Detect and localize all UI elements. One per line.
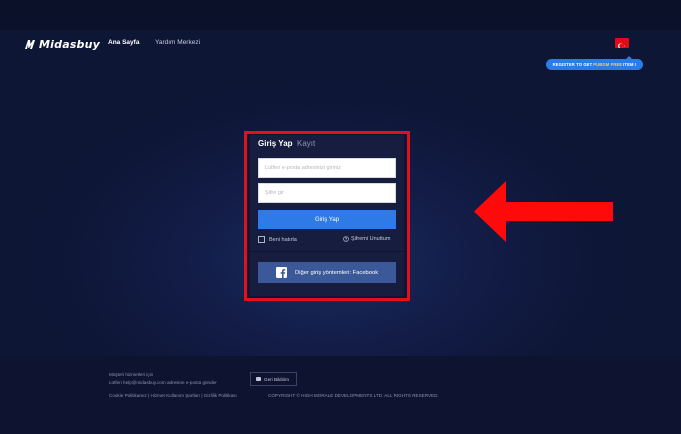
logo-text: Midasbuy bbox=[39, 37, 101, 51]
promo-highlight: PUBGM FREE bbox=[593, 62, 623, 67]
facebook-login-label: Diğer giriş yöntemleri: Facebook bbox=[295, 269, 379, 276]
tab-register[interactable]: Kayıt bbox=[297, 139, 315, 148]
feedback-button[interactable]: Geri Bildirim bbox=[250, 372, 297, 386]
flag-crescent-icon bbox=[618, 43, 625, 48]
turkey-flag-icon[interactable] bbox=[615, 38, 629, 48]
login-button[interactable]: Giriş Yap bbox=[258, 210, 396, 229]
midasbuy-logo-icon bbox=[25, 39, 35, 49]
footer-copyright: COPYRIGHT © HIGH MORALE DEVELOPMENTS LTD… bbox=[268, 393, 439, 398]
facebook-login-button[interactable]: Diğer giriş yöntemleri: Facebook bbox=[258, 262, 396, 283]
nav-home[interactable]: Ana Sayfa bbox=[108, 39, 139, 46]
remember-me-checkbox[interactable] bbox=[258, 236, 265, 243]
facebook-icon bbox=[276, 267, 287, 278]
register-promo-tooltip[interactable]: REGISTER TO GET PUBGM FREE ITEM ! bbox=[546, 56, 643, 70]
midasbuy-logo[interactable]: Midasbuy bbox=[24, 37, 100, 51]
promo-text-start: REGISTER TO GET bbox=[552, 62, 593, 67]
remember-me[interactable]: Beni hatırla bbox=[258, 236, 297, 243]
panel-divider bbox=[250, 251, 404, 252]
feedback-label: Geri Bildirim bbox=[264, 376, 290, 382]
footer-service-title: Müşteri hizmetleri için bbox=[109, 372, 154, 377]
mail-icon bbox=[256, 377, 261, 381]
promo-text-end: ITEM ! bbox=[623, 62, 637, 67]
email-field[interactable] bbox=[258, 158, 396, 178]
footer-service-email[interactable]: Lütfen help@midasbuy.com adresine e-post… bbox=[109, 380, 217, 385]
nav-help-center[interactable]: Yardım Merkezi bbox=[155, 39, 200, 46]
remember-me-label: Beni hatırla bbox=[269, 236, 297, 243]
top-bar bbox=[0, 0, 681, 30]
footer-policy-links[interactable]: Cookie Politikamız | Hizmet Kullanım Şar… bbox=[109, 393, 237, 398]
question-circle-icon bbox=[343, 236, 349, 242]
annotation-arrow-icon bbox=[474, 181, 613, 242]
forgot-password-link[interactable]: Şifremi Unuttum bbox=[343, 236, 390, 242]
tab-login[interactable]: Giriş Yap bbox=[258, 139, 293, 148]
password-field[interactable] bbox=[258, 183, 396, 203]
forgot-password-label: Şifremi Unuttum bbox=[351, 236, 391, 242]
